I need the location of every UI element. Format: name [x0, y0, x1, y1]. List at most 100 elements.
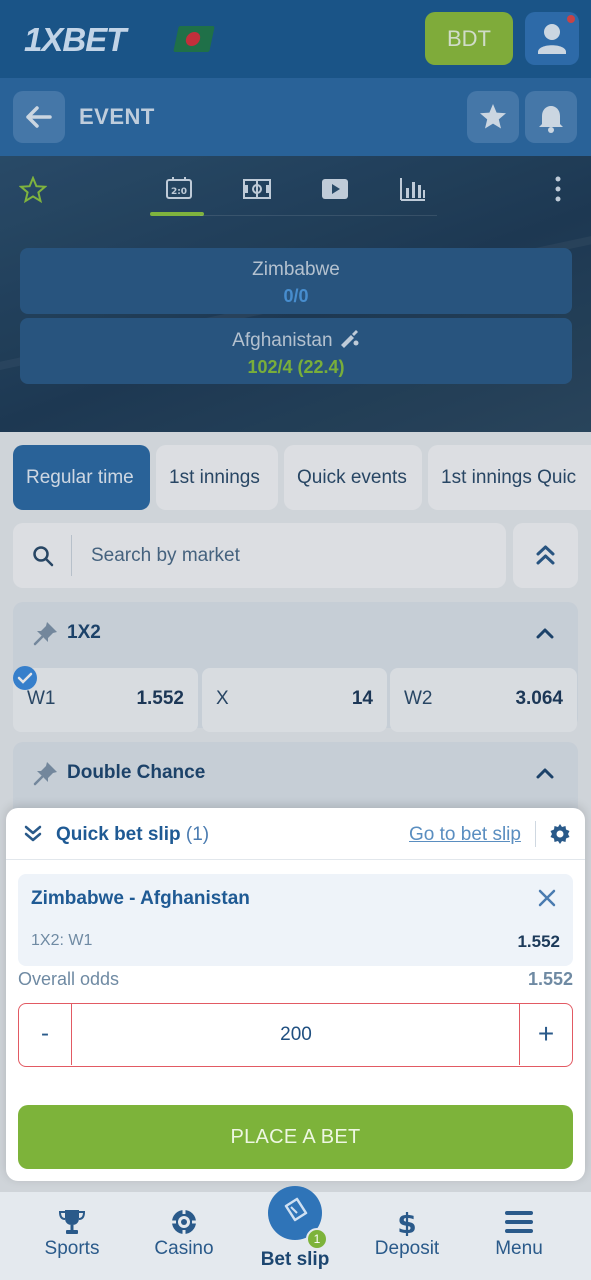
scoreboard-tabs: 2:0 [0, 156, 591, 216]
place-bet-button[interactable]: PLACE A BET [18, 1105, 573, 1169]
event-header: EVENT [0, 78, 591, 156]
play-icon [322, 179, 348, 199]
increase-stake-button[interactable]: + [519, 1004, 572, 1065]
star-icon [480, 104, 506, 129]
market-title: Double Chance [67, 762, 206, 783]
tabs-divider [200, 215, 437, 216]
double-chevron-down-icon[interactable] [22, 824, 44, 844]
bet-item: Zimbabwe - Afghanistan 1X2: W1 1.552 [18, 874, 573, 966]
brand-logo[interactable]: 1XBET [24, 20, 126, 60]
bet-market: 1X2: W1 [31, 932, 93, 949]
bar-chart-icon [400, 178, 425, 201]
quick-bet-slip-title: Quick bet slip (1) [56, 824, 209, 846]
tab-field[interactable] [242, 174, 272, 204]
quick-bet-slip-header: Quick bet slip (1) Go to bet slip [6, 808, 585, 860]
team-name: Zimbabwe [252, 259, 340, 280]
notifications-button[interactable] [525, 91, 577, 143]
odd-value: 1.552 [136, 688, 184, 709]
quick-bet-slip: Quick bet slip (1) Go to bet slip Zimbab… [6, 808, 585, 1181]
search-input[interactable] [91, 535, 491, 576]
pin-icon[interactable] [33, 760, 59, 786]
bet-slip-count-badge: 1 [306, 1228, 328, 1250]
tab-quick-events[interactable]: Quick events [284, 445, 422, 510]
bet-odd: 1.552 [517, 932, 560, 951]
odd-button-w1[interactable]: W1 1.552 [13, 666, 198, 732]
chevron-up-icon[interactable] [535, 766, 555, 780]
nav-label: Sports [44, 1238, 100, 1259]
star-outline-icon[interactable] [19, 176, 47, 204]
bottom-navigation: Sports Casino Bet slip 1 $ Deposit Menu [0, 1186, 591, 1280]
nav-deposit[interactable]: $ Deposit [348, 1192, 466, 1280]
market-search [13, 523, 506, 588]
gear-icon[interactable] [549, 823, 571, 845]
back-button[interactable] [13, 91, 65, 143]
odd-label: X [216, 688, 229, 709]
currency-button[interactable]: BDT [425, 12, 513, 65]
user-account-button[interactable] [525, 12, 579, 65]
svg-text:$: $ [397, 1208, 416, 1236]
stake-input[interactable]: 200 [74, 1004, 518, 1065]
scoreboard-icon: 2:0 [166, 177, 192, 199]
market-header[interactable]: Double Chance [13, 742, 578, 806]
overall-odds-label: Overall odds [18, 969, 120, 989]
tab-regular-time[interactable]: Regular time [13, 445, 150, 510]
trophy-icon [58, 1210, 86, 1234]
market-title: 1X2 [67, 622, 101, 643]
nav-menu[interactable]: Menu [460, 1192, 578, 1280]
tab-1st-innings[interactable]: 1st innings [156, 445, 278, 510]
go-to-bet-slip-link[interactable]: Go to bet slip [409, 824, 521, 846]
search-icon [33, 546, 54, 567]
close-icon[interactable] [537, 888, 557, 908]
svg-text:2:0: 2:0 [171, 187, 187, 197]
nav-sports[interactable]: Sports [13, 1192, 131, 1280]
odd-value: 14 [351, 688, 373, 709]
scoreboard: 2:0 Zimbabwe 0/0 Afghanistan 102/4 (22.4… [0, 156, 591, 432]
selected-check-icon [13, 666, 37, 690]
odd-value: 3.064 [515, 688, 563, 709]
tab-statistics[interactable] [398, 174, 428, 204]
title-text: Quick bet slip [56, 824, 181, 845]
collapse-all-button[interactable] [513, 523, 578, 588]
team-score: 0/0 [283, 286, 309, 306]
more-vertical-icon[interactable] [550, 174, 566, 204]
field-icon [243, 179, 271, 199]
nav-label: Bet slip [260, 1249, 330, 1270]
team-name: Afghanistan [232, 330, 333, 351]
header-divider [535, 821, 536, 847]
search-divider [71, 535, 72, 576]
team-score: 102/4 (22.4) [247, 357, 345, 377]
odd-button-w2[interactable]: W2 3.064 [390, 668, 577, 732]
tab-video[interactable] [320, 174, 350, 204]
arrow-left-icon [26, 106, 52, 128]
casino-chip-icon [172, 1210, 196, 1234]
pin-icon[interactable] [33, 620, 59, 646]
dollar-icon: $ [397, 1208, 416, 1236]
page-title: EVENT [79, 104, 155, 129]
odd-label: W2 [404, 688, 433, 709]
team-card-home: Zimbabwe 0/0 [20, 248, 572, 314]
nav-casino[interactable]: Casino [125, 1192, 243, 1280]
bet-count: (1) [185, 824, 210, 845]
market-header[interactable]: 1X2 [13, 602, 578, 666]
tab-scoreboard[interactable]: 2:0 [150, 174, 204, 216]
odd-label: W1 [27, 688, 56, 709]
bell-icon [539, 106, 563, 133]
overall-odds-value: 1.552 [527, 969, 573, 989]
stake-stepper: - 200 + [18, 1003, 573, 1067]
decrease-stake-button[interactable]: - [19, 1004, 72, 1065]
top-app-bar: 1XBET BDT [0, 0, 591, 78]
tab-1st-innings-quick[interactable]: 1st innings Quic [428, 445, 591, 510]
nav-label: Deposit [374, 1238, 440, 1259]
odd-button-x[interactable]: X 14 [202, 668, 387, 732]
batting-icon [340, 330, 359, 348]
favorite-button[interactable] [467, 91, 519, 143]
chevron-up-icon[interactable] [535, 626, 555, 640]
notification-dot [567, 15, 575, 23]
double-chevron-up-icon [536, 545, 555, 565]
bangladesh-flag-icon[interactable] [173, 26, 215, 52]
nav-label: Menu [495, 1238, 543, 1259]
hamburger-menu-icon [505, 1211, 533, 1233]
nav-label: Casino [154, 1238, 214, 1259]
team-card-away: Afghanistan 102/4 (22.4) [20, 318, 572, 384]
bet-match-name: Zimbabwe - Afghanistan [31, 888, 250, 909]
